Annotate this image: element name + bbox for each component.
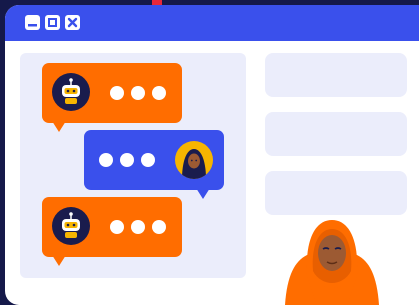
bot-message-bubble [42, 63, 182, 132]
typing-dot [141, 153, 155, 167]
typing-dot [120, 153, 134, 167]
bubble-tail [196, 188, 210, 199]
restore-button[interactable] [45, 15, 60, 30]
close-button[interactable] [65, 15, 80, 30]
robot-icon [52, 73, 90, 111]
bubble-tail [52, 255, 66, 266]
hijab-woman-avatar [175, 141, 213, 179]
typing-dot [152, 86, 166, 100]
user-message-bubble [84, 130, 224, 199]
robot-icon [52, 207, 90, 245]
minimize-button[interactable] [25, 15, 40, 30]
typing-dot [131, 220, 145, 234]
minimize-icon [28, 24, 37, 27]
typing-dot [152, 220, 166, 234]
close-icon [67, 17, 78, 28]
placeholder-card [265, 53, 407, 97]
typing-dot [131, 86, 145, 100]
chat-panel [20, 53, 246, 278]
typing-dot [110, 86, 124, 100]
typing-dot [110, 220, 124, 234]
typing-dot [99, 153, 113, 167]
title-bar [5, 5, 419, 41]
placeholder-card [265, 112, 407, 156]
bot-message-bubble [42, 197, 182, 266]
placeholder-card [265, 171, 407, 215]
bubble-tail [52, 121, 66, 132]
restore-icon [48, 18, 57, 27]
app-window [5, 5, 419, 305]
